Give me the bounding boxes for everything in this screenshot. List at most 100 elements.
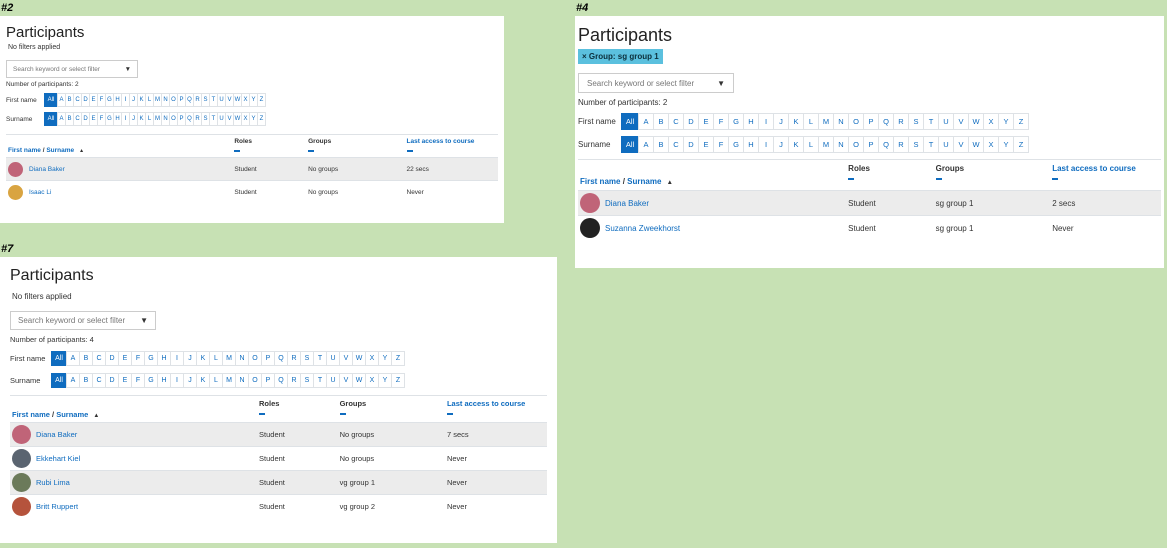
initial-letter-button[interactable]: E: [698, 113, 714, 130]
initial-letter-button[interactable]: X: [983, 113, 999, 130]
initial-letter-button[interactable]: J: [183, 373, 197, 388]
sort-last-access-link[interactable]: Last access to course: [447, 399, 525, 408]
initial-letter-button[interactable]: Y: [998, 136, 1014, 153]
initial-letter-button[interactable]: R: [287, 373, 301, 388]
initial-letter-button[interactable]: Z: [391, 373, 405, 388]
initial-letter-button[interactable]: P: [863, 113, 879, 130]
initial-letter-button[interactable]: K: [788, 136, 804, 153]
initial-letter-button[interactable]: L: [803, 136, 819, 153]
initial-letter-button[interactable]: S: [300, 373, 314, 388]
initial-all-button[interactable]: All: [44, 112, 58, 126]
sort-last-access-link[interactable]: Last access to course: [407, 138, 475, 145]
user-avatar[interactable]: [580, 218, 600, 238]
initial-letter-button[interactable]: V: [339, 373, 353, 388]
initial-letter-button[interactable]: U: [938, 113, 954, 130]
participant-name-link[interactable]: Suzanna Zweekhorst: [605, 224, 680, 233]
search-filter-select[interactable]: Search keyword or select filter ▼: [578, 73, 734, 93]
initial-letter-button[interactable]: Z: [1013, 113, 1029, 130]
initial-letter-button[interactable]: I: [758, 113, 774, 130]
initial-letter-button[interactable]: G: [728, 113, 744, 130]
initial-letter-button[interactable]: C: [668, 113, 684, 130]
collapse-icon[interactable]: [935, 178, 942, 180]
initial-letter-button[interactable]: Y: [378, 373, 392, 388]
initial-letter-button[interactable]: M: [818, 113, 834, 130]
initial-letter-button[interactable]: Y: [998, 113, 1014, 130]
initial-letter-button[interactable]: T: [313, 373, 327, 388]
initial-all-button[interactable]: All: [621, 113, 639, 130]
initial-letter-button[interactable]: R: [287, 351, 301, 366]
initial-letter-button[interactable]: E: [118, 373, 132, 388]
user-avatar[interactable]: [580, 193, 600, 213]
initial-letter-button[interactable]: L: [803, 113, 819, 130]
initial-letter-button[interactable]: N: [235, 373, 249, 388]
initial-letter-button[interactable]: V: [953, 113, 969, 130]
collapse-icon[interactable]: [308, 150, 315, 152]
initial-letter-button[interactable]: S: [300, 351, 314, 366]
initial-letter-button[interactable]: S: [908, 113, 924, 130]
initial-letter-button[interactable]: O: [248, 351, 262, 366]
initial-letter-button[interactable]: C: [668, 136, 684, 153]
initial-letter-button[interactable]: Z: [257, 93, 266, 107]
participant-name-link[interactable]: Diana Baker: [29, 166, 65, 173]
collapse-icon[interactable]: [259, 413, 266, 415]
sort-surname-link[interactable]: Surname: [46, 147, 74, 154]
initial-letter-button[interactable]: T: [923, 136, 939, 153]
initial-letter-button[interactable]: Q: [878, 113, 894, 130]
participant-name-link[interactable]: Britt Ruppert: [36, 502, 78, 511]
participant-name-link[interactable]: Diana Baker: [605, 199, 649, 208]
initial-letter-button[interactable]: B: [79, 351, 93, 366]
initial-letter-button[interactable]: B: [653, 113, 669, 130]
group-filter-chip[interactable]: × Group: sg group 1: [578, 49, 663, 64]
initial-letter-button[interactable]: D: [683, 136, 699, 153]
collapse-icon[interactable]: [406, 150, 413, 152]
initial-letter-button[interactable]: Z: [391, 351, 405, 366]
initial-letter-button[interactable]: P: [261, 373, 275, 388]
search-filter-select[interactable]: Search keyword or select filter ▼: [6, 60, 138, 78]
initial-letter-button[interactable]: C: [92, 351, 106, 366]
initial-letter-button[interactable]: K: [196, 351, 210, 366]
initial-letter-button[interactable]: O: [848, 113, 864, 130]
initial-letter-button[interactable]: X: [365, 373, 379, 388]
initial-letter-button[interactable]: H: [743, 136, 759, 153]
initial-letter-button[interactable]: Z: [257, 112, 266, 126]
participant-name-link[interactable]: Ekkehart Kiel: [36, 454, 80, 463]
initial-letter-button[interactable]: O: [848, 136, 864, 153]
initial-letter-button[interactable]: R: [893, 113, 909, 130]
initial-letter-button[interactable]: A: [66, 373, 80, 388]
initial-letter-button[interactable]: W: [352, 351, 366, 366]
initial-letter-button[interactable]: B: [79, 373, 93, 388]
initial-letter-button[interactable]: H: [157, 351, 171, 366]
initial-letter-button[interactable]: F: [131, 373, 145, 388]
initial-letter-button[interactable]: B: [653, 136, 669, 153]
initial-letter-button[interactable]: I: [170, 351, 184, 366]
user-avatar[interactable]: [12, 425, 31, 444]
initial-letter-button[interactable]: G: [144, 351, 158, 366]
initial-all-button[interactable]: All: [44, 93, 58, 107]
participant-name-link[interactable]: Rubi Lima: [36, 478, 70, 487]
initial-letter-button[interactable]: L: [209, 351, 223, 366]
initial-letter-button[interactable]: J: [183, 351, 197, 366]
user-avatar[interactable]: [8, 184, 23, 200]
initial-letter-button[interactable]: U: [326, 351, 340, 366]
initial-letter-button[interactable]: A: [66, 351, 80, 366]
initial-letter-button[interactable]: D: [683, 113, 699, 130]
initial-all-button[interactable]: All: [51, 351, 67, 366]
initial-letter-button[interactable]: G: [144, 373, 158, 388]
initial-letter-button[interactable]: W: [968, 136, 984, 153]
sort-surname-link[interactable]: Surname: [56, 410, 88, 419]
initial-letter-button[interactable]: D: [105, 373, 119, 388]
sort-surname-link[interactable]: Surname: [627, 177, 661, 186]
search-filter-select[interactable]: Search keyword or select filter ▼: [10, 311, 156, 330]
initial-letter-button[interactable]: H: [743, 113, 759, 130]
initial-letter-button[interactable]: F: [713, 113, 729, 130]
user-avatar[interactable]: [12, 473, 31, 492]
initial-letter-button[interactable]: V: [953, 136, 969, 153]
initial-letter-button[interactable]: X: [365, 351, 379, 366]
initial-letter-button[interactable]: O: [248, 373, 262, 388]
sort-firstname-link[interactable]: First name: [12, 410, 50, 419]
sort-firstname-link[interactable]: First name: [8, 147, 41, 154]
participant-name-link[interactable]: Isaac Li: [29, 189, 51, 196]
initial-letter-button[interactable]: P: [863, 136, 879, 153]
initial-letter-button[interactable]: U: [326, 373, 340, 388]
initial-letter-button[interactable]: I: [758, 136, 774, 153]
